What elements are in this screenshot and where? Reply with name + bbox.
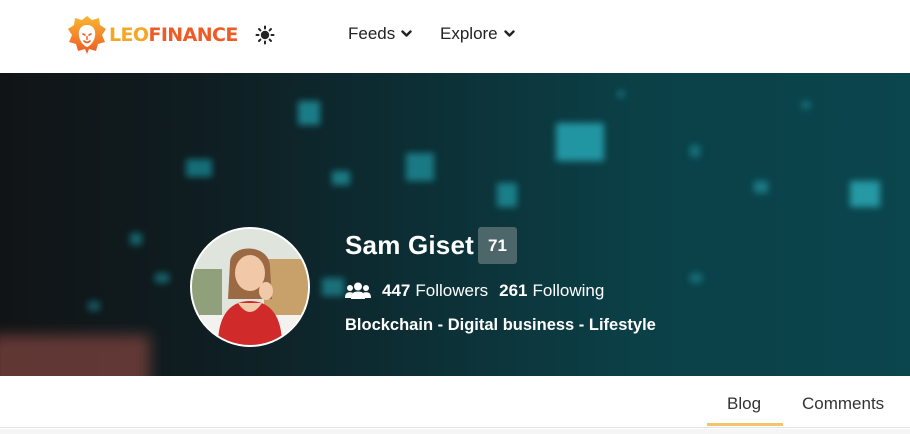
avatar[interactable]	[190, 227, 310, 347]
sun-icon[interactable]	[255, 25, 275, 45]
follow-stats: 447 Followers 261 Following	[345, 281, 615, 301]
active-tab-indicator	[707, 423, 783, 426]
following-count: 261	[499, 281, 528, 300]
profile-about: Blockchain - Digital business - Lifestyl…	[345, 316, 656, 334]
top-navbar: LEOFINANCE Feeds Explore	[0, 0, 910, 73]
profile-name: Sam Giset	[345, 230, 474, 260]
logo-text-leo: LEO	[109, 23, 149, 46]
profile-tabs: Blog Comments	[0, 376, 910, 428]
profile-header: Sam Giset 71	[345, 227, 517, 264]
tab-comments[interactable]: Comments	[802, 394, 884, 414]
lion-logo-icon	[68, 16, 106, 54]
chevron-down-icon	[401, 30, 412, 37]
explore-menu[interactable]: Explore	[440, 24, 515, 44]
logo-text-finance: FINANCE	[148, 23, 238, 46]
reputation-badge: 71	[477, 227, 517, 264]
feeds-menu[interactable]: Feeds	[348, 24, 412, 44]
following-link[interactable]: Following	[533, 281, 605, 301]
feeds-label: Feeds	[348, 24, 396, 43]
followers-link[interactable]: Followers	[415, 281, 488, 301]
followers-count: 447	[382, 281, 411, 300]
leofinance-logo[interactable]: LEOFINANCE	[66, 13, 238, 57]
explore-label: Explore	[440, 24, 498, 43]
users-icon	[345, 282, 371, 299]
content-area-top	[0, 429, 910, 434]
avatar-photo	[192, 229, 308, 345]
chevron-down-icon	[503, 30, 515, 37]
logo-wordmark: LEOFINANCE	[109, 23, 238, 46]
tab-blog[interactable]: Blog	[727, 394, 761, 414]
